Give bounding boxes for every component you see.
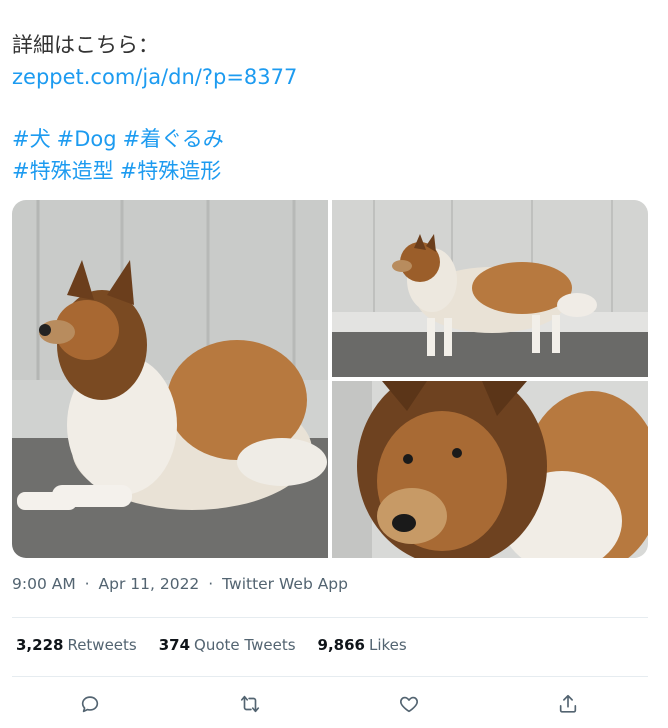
hashtag-row-2: #特殊造型 #特殊造形 [12,156,227,186]
tweet-stats: 3,228 Retweets 374 Quote Tweets 9,866 Likes [16,636,407,654]
quote-tweets-stat[interactable]: 374 Quote Tweets [159,636,296,654]
photo-dog-face[interactable] [332,381,648,558]
hashtag-costume[interactable]: #着ぐるみ [123,127,224,151]
photo-dog-lying[interactable] [12,200,328,558]
hashtag-row-1: #犬 #Dog #着ぐるみ [12,124,230,154]
hashtag-dog-jp[interactable]: #犬 [12,127,51,151]
retweet-button[interactable] [234,688,266,720]
likes-count: 9,866 [317,636,365,654]
meta-separator: · [208,575,214,593]
retweets-label: Retweets [67,636,137,654]
share-button[interactable] [552,688,584,720]
tweet-text-line: 詳細はこちら： [12,33,159,57]
reply-icon [81,696,99,713]
tweet-link[interactable]: zeppet.com/ja/dn/?p=8377 [12,62,297,92]
likes-stat[interactable]: 9,866 Likes [318,636,407,654]
hashtag-special-modeling-2[interactable]: #特殊造形 [120,159,222,183]
divider-bottom [12,676,648,677]
tweet-action-bar [0,688,668,724]
tweet-source-app[interactable]: Twitter Web App [222,575,348,593]
retweets-count: 3,228 [16,636,64,654]
dog-standing-image [332,200,648,377]
likes-label: Likes [368,636,407,654]
reply-button[interactable] [74,688,106,720]
like-button[interactable] [393,688,425,720]
hashtag-special-modeling-1[interactable]: #特殊造型 [12,159,114,183]
meta-separator: · [84,575,90,593]
dog-lying-image [12,200,328,558]
tweet-date[interactable]: Apr 11, 2022 [99,575,200,593]
hashtag-dog[interactable]: #Dog [57,127,117,151]
tweet-time[interactable]: 9:00 AM [12,575,76,593]
tweet-media-grid [12,200,648,558]
divider-top [12,617,648,618]
tweet-meta: 9:00 AM · Apr 11, 2022 · Twitter Web App [12,575,348,593]
share-icon [559,694,577,713]
dog-face-image [332,381,648,558]
retweet-icon [240,695,260,713]
photo-dog-standing[interactable] [332,200,648,377]
quote-tweets-count: 374 [158,636,191,654]
quote-tweets-label: Quote Tweets [194,636,296,654]
retweets-stat[interactable]: 3,228 Retweets [16,636,137,654]
like-icon [400,696,418,713]
